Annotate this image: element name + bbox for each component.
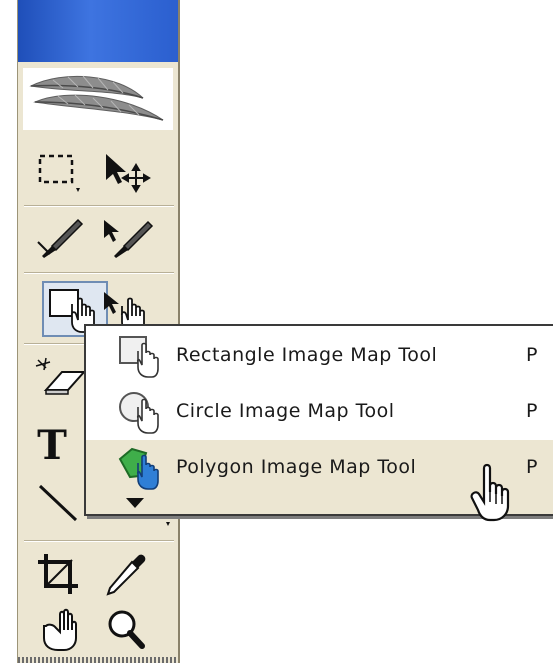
slice-select-icon <box>104 220 154 258</box>
marquee-icon <box>38 154 80 192</box>
eraser-icon <box>35 357 87 395</box>
flyout-item-rectangle-image-map[interactable]: Rectangle Image Map Tool P <box>86 328 553 384</box>
flyout-item-shortcut: P <box>526 456 538 478</box>
toolbox-bottom-edge <box>18 657 178 663</box>
triangle-down-icon[interactable] <box>126 498 144 508</box>
slice-select-tool[interactable] <box>98 212 154 264</box>
eyedropper-icon <box>106 554 146 596</box>
hand-pointer-cursor-icon <box>468 462 520 524</box>
flyout-item-label: Polygon Image Map Tool <box>176 456 417 478</box>
crop-tool[interactable] <box>32 548 88 600</box>
toolbox-divider <box>24 272 174 274</box>
feather-logo <box>23 68 173 130</box>
hand-tool[interactable] <box>32 602 88 654</box>
slice-knife-icon <box>37 218 84 258</box>
toolbox-divider <box>24 205 174 207</box>
crop-icon <box>38 554 78 594</box>
hand-icon <box>43 608 77 651</box>
line-tool[interactable] <box>32 476 88 528</box>
type-icon: T <box>37 422 67 469</box>
magnifier-icon <box>108 610 145 649</box>
toolbox-titlebar[interactable] <box>18 0 178 62</box>
eraser-tool[interactable] <box>32 350 88 402</box>
flyout-item-circle-image-map[interactable]: Circle Image Map Tool P <box>86 384 553 440</box>
rectangle-image-map-icon <box>116 333 164 379</box>
marquee-tool[interactable] <box>32 144 88 196</box>
pointer-move-icon <box>106 154 151 193</box>
flyout-item-shortcut: P <box>526 344 538 366</box>
polygon-image-map-icon <box>116 445 164 491</box>
pointer-move-tool[interactable] <box>98 144 154 196</box>
circle-image-map-icon <box>116 389 164 435</box>
zoom-tool[interactable] <box>98 602 154 654</box>
flyout-item-label: Rectangle Image Map Tool <box>176 344 438 366</box>
flyout-item-shortcut: P <box>526 400 538 422</box>
eyedropper-tool[interactable] <box>98 548 154 600</box>
flyout-item-label: Circle Image Map Tool <box>176 400 395 422</box>
type-tool[interactable]: T <box>32 420 88 472</box>
line-icon <box>38 484 78 522</box>
toolbox-divider <box>24 540 174 542</box>
slice-tool[interactable] <box>32 212 88 264</box>
